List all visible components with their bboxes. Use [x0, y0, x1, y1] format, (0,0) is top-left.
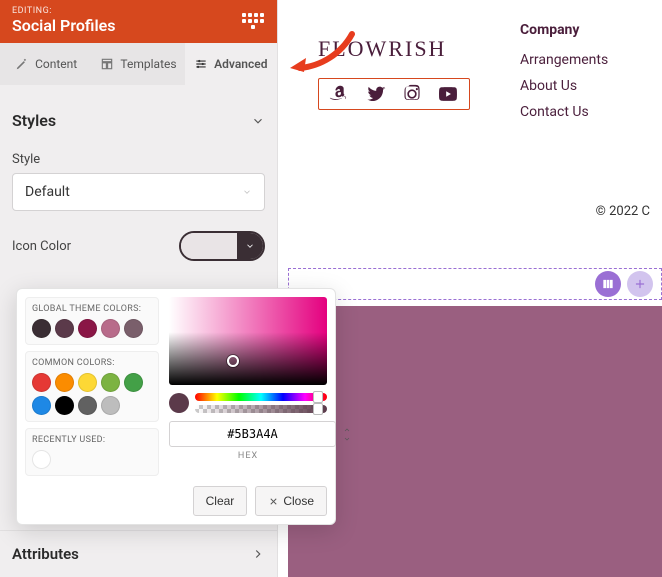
youtube-icon[interactable] — [437, 83, 459, 105]
site-logo: FLOWRISH — [318, 36, 470, 62]
color-swatch[interactable] — [101, 373, 120, 392]
panel-header: EDITING: Social Profiles — [0, 0, 277, 43]
field-label: Icon Color — [12, 239, 71, 254]
slider-thumb[interactable] — [313, 391, 323, 403]
color-swatch[interactable] — [124, 373, 143, 392]
color-swatch[interactable] — [32, 373, 51, 392]
template-icon — [100, 57, 114, 71]
color-swatch[interactable] — [101, 396, 120, 415]
section-label: Attributes — [12, 545, 79, 563]
twitter-icon[interactable] — [365, 83, 387, 105]
tabs: Content Templates Advanced — [0, 43, 277, 85]
swatch-group-label: GLOBAL THEME COLORS: — [32, 304, 152, 314]
alpha-slider[interactable] — [195, 405, 327, 413]
tab-label: Templates — [120, 57, 176, 71]
format-spinner[interactable] — [342, 426, 352, 443]
section-label: Styles — [12, 111, 56, 130]
tab-content[interactable]: Content — [0, 43, 92, 85]
color-preview-swatch — [169, 393, 189, 413]
color-swatch[interactable] — [32, 450, 51, 469]
color-swatch[interactable] — [78, 396, 97, 415]
footer-company-column: Company Arrangements About Us Contact Us — [520, 22, 608, 130]
slider-thumb[interactable] — [313, 403, 323, 415]
drag-handle-icon[interactable] — [241, 9, 265, 33]
block-toolbar — [288, 268, 662, 300]
color-picker-popover: GLOBAL THEME COLORS: COMMON COLORS: RECE… — [16, 288, 336, 525]
link-arrangements[interactable]: Arrangements — [520, 52, 608, 68]
hex-input[interactable] — [169, 421, 336, 447]
icon-color-picker-trigger[interactable] — [179, 231, 265, 261]
color-dropdown-button[interactable] — [237, 233, 263, 259]
style-select[interactable]: Default — [12, 173, 265, 211]
chevron-right-icon — [251, 547, 265, 561]
caret-down-icon — [242, 187, 252, 197]
chevron-down-icon[interactable] — [342, 435, 352, 443]
section-attributes[interactable]: Attributes — [0, 530, 277, 577]
swatch-group-label: COMMON COLORS: — [32, 358, 152, 368]
link-contact[interactable]: Contact Us — [520, 104, 608, 120]
tab-label: Advanced — [214, 57, 267, 71]
field-label: Style — [12, 152, 265, 167]
color-swatch[interactable] — [78, 319, 97, 338]
pencil-icon — [15, 57, 29, 71]
chevron-down-icon — [245, 241, 255, 251]
color-swatch[interactable] — [32, 319, 51, 338]
field-icon-color: Icon Color — [12, 231, 265, 261]
color-swatch[interactable] — [32, 396, 51, 415]
chevron-down-icon — [251, 114, 265, 128]
clear-button[interactable]: Clear — [193, 486, 248, 516]
close-icon — [268, 496, 279, 507]
plus-icon[interactable] — [627, 271, 653, 297]
hue-slider[interactable] — [195, 393, 327, 401]
sliders-icon — [194, 57, 208, 71]
color-swatch[interactable] — [101, 319, 120, 338]
color-cursor[interactable] — [227, 355, 239, 367]
field-style: Style Default — [12, 152, 265, 211]
swatch-group-label: RECENTLY USED: — [32, 435, 152, 445]
social-profiles-block[interactable] — [318, 78, 470, 110]
common-colors: COMMON COLORS: — [25, 351, 159, 422]
tab-label: Content — [35, 57, 77, 71]
tab-advanced[interactable]: Advanced — [185, 43, 277, 85]
close-button[interactable]: Close — [255, 486, 327, 516]
recently-used-colors: RECENTLY USED: — [25, 428, 159, 476]
instagram-icon[interactable] — [401, 83, 423, 105]
copyright-text: © 2022 C — [596, 204, 650, 219]
color-swatch[interactable] — [55, 396, 74, 415]
section-styles[interactable]: Styles — [12, 99, 265, 142]
columns-icon[interactable] — [595, 271, 621, 297]
hex-label: HEX — [169, 451, 327, 461]
color-swatch[interactable] — [55, 319, 74, 338]
chevron-up-icon[interactable] — [342, 426, 352, 434]
panel-title: Social Profiles — [12, 16, 115, 35]
global-theme-colors: GLOBAL THEME COLORS: — [25, 297, 159, 345]
current-color-swatch — [181, 233, 237, 259]
saturation-lightness-field[interactable] — [169, 297, 327, 385]
column-heading: Company — [520, 22, 608, 38]
color-swatch[interactable] — [78, 373, 97, 392]
tab-templates[interactable]: Templates — [92, 43, 184, 85]
editing-label: EDITING: — [12, 6, 115, 16]
amazon-icon[interactable] — [329, 83, 351, 105]
link-about[interactable]: About Us — [520, 78, 608, 94]
color-swatch[interactable] — [55, 373, 74, 392]
select-value: Default — [25, 184, 70, 200]
color-swatch[interactable] — [124, 319, 143, 338]
